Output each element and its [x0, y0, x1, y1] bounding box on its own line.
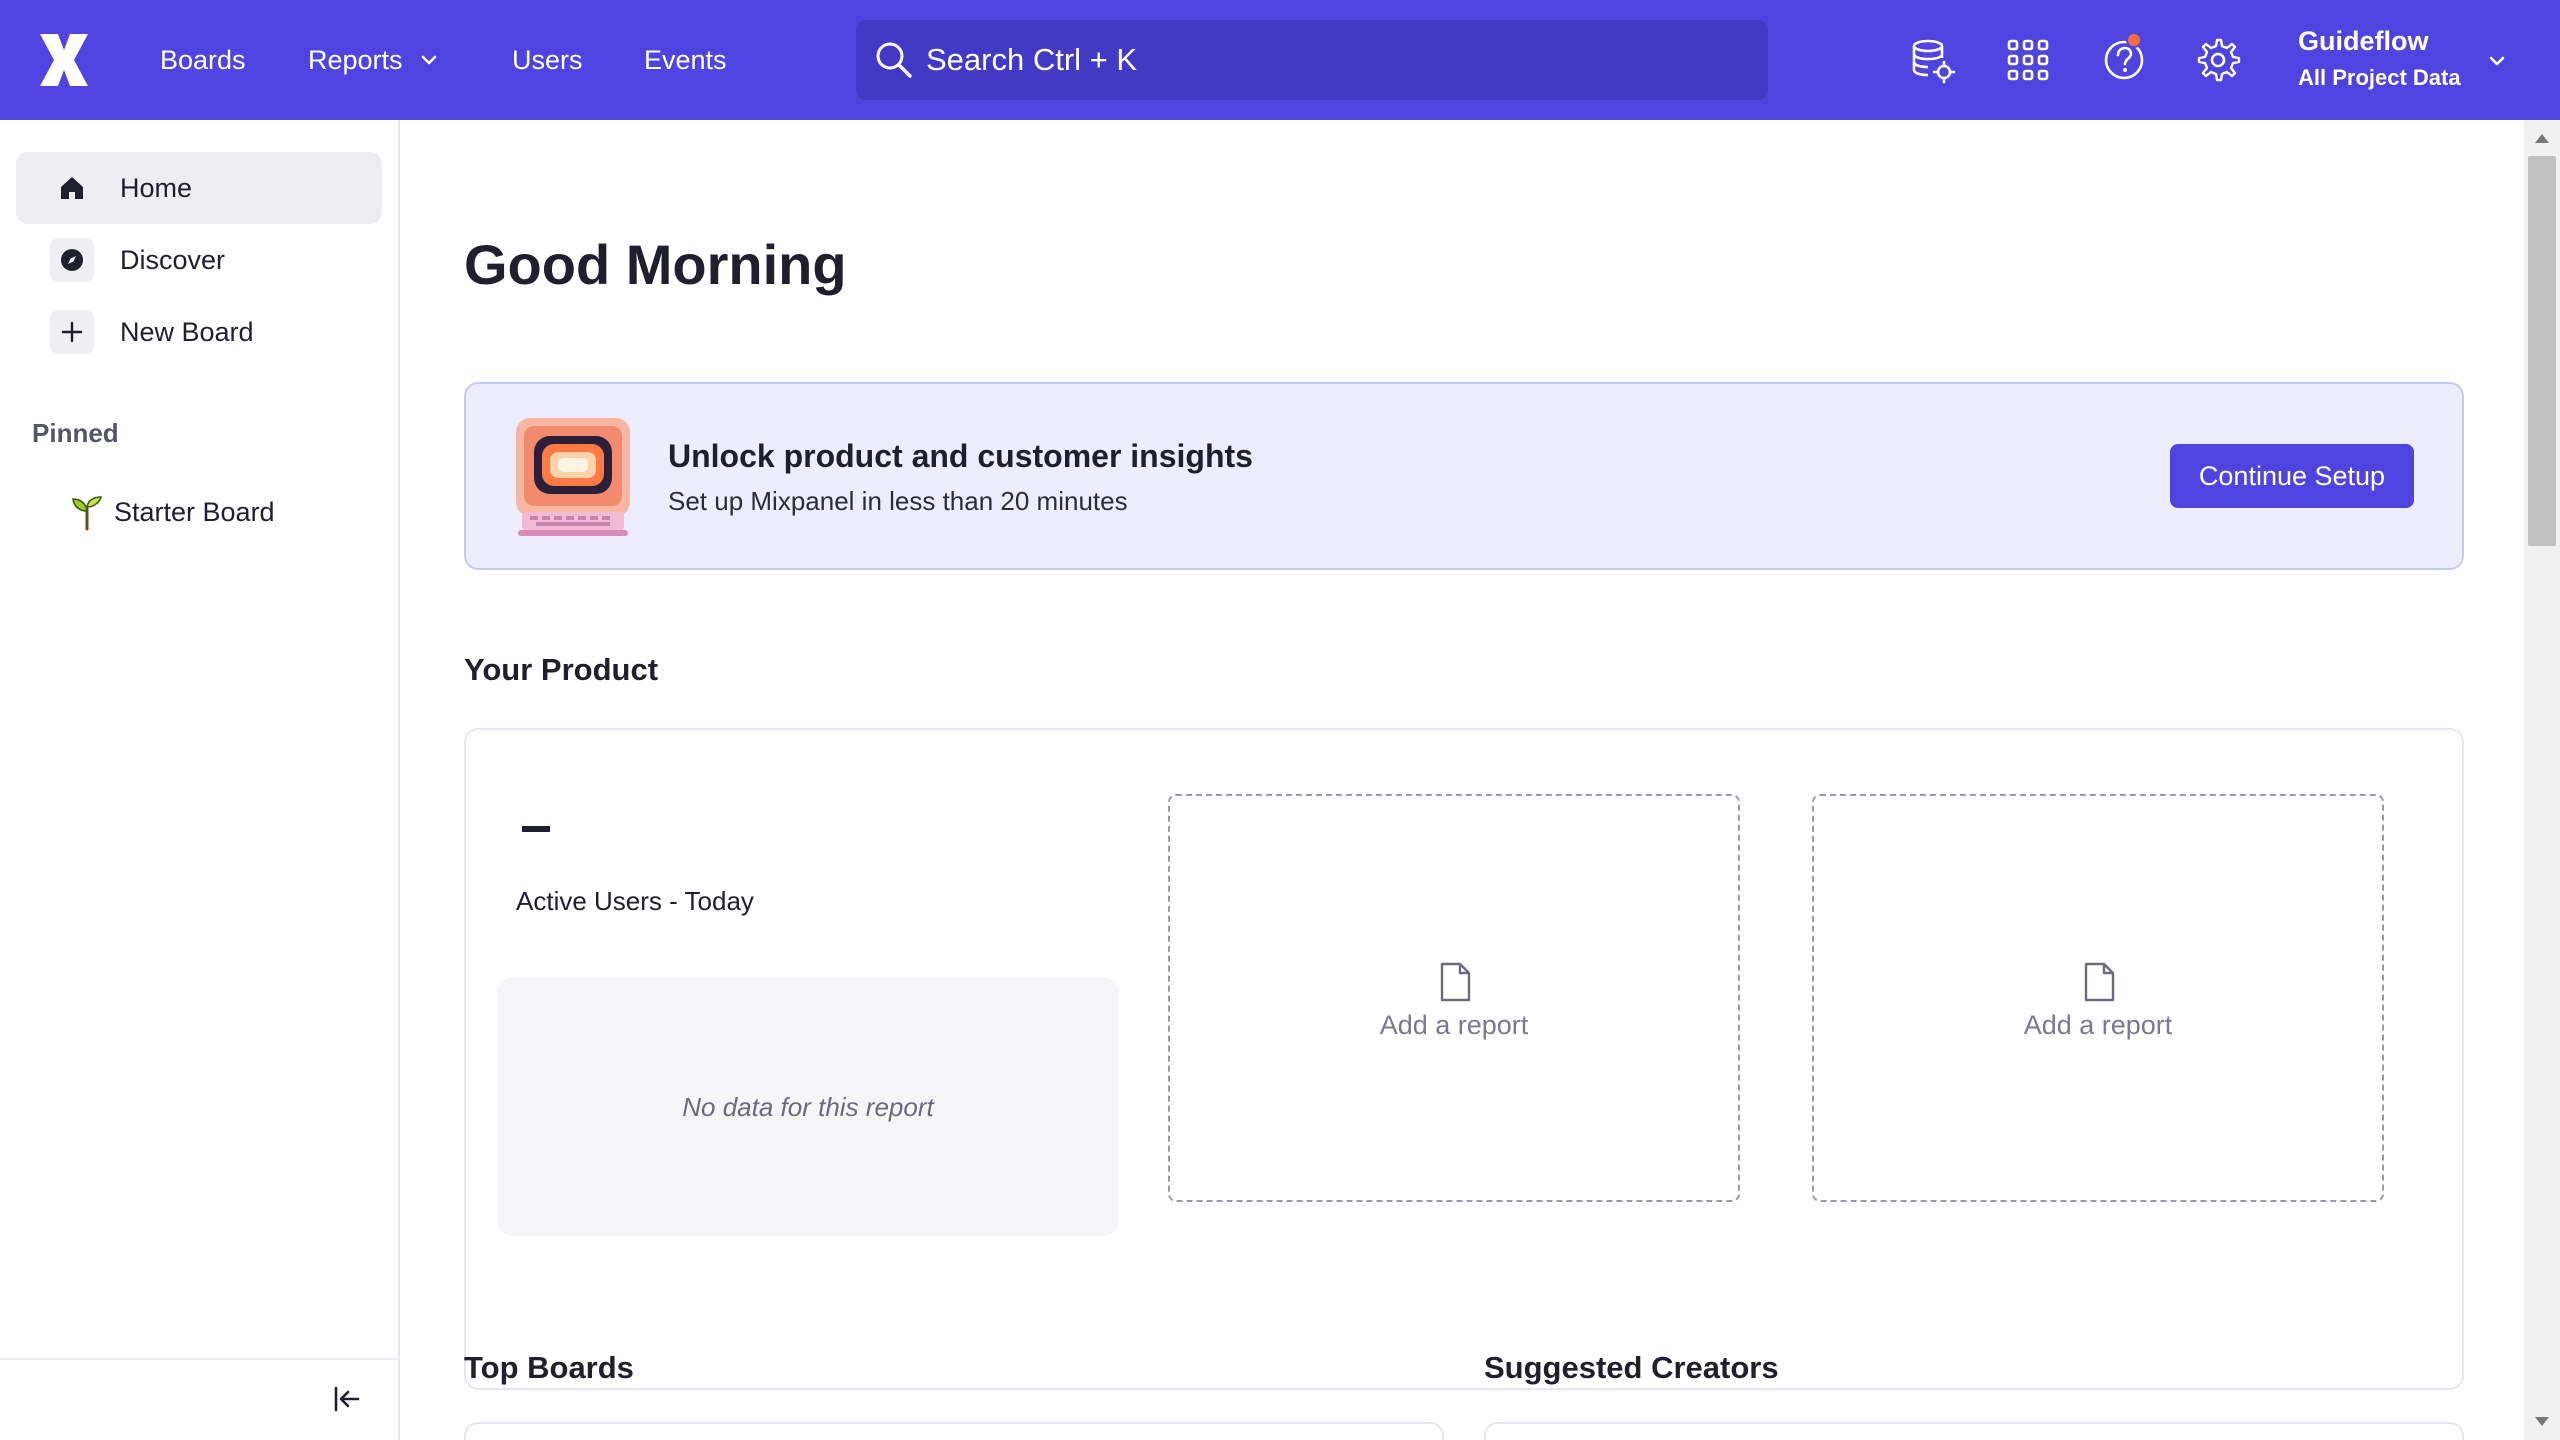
- sidebar-item-new-board[interactable]: New Board: [16, 296, 382, 368]
- scroll-up-arrow-icon[interactable]: [2535, 134, 2549, 143]
- apps-grid-icon[interactable]: [2004, 36, 2052, 84]
- chevron-down-icon: [421, 55, 436, 65]
- vertical-scrollbar[interactable]: [2524, 120, 2560, 1440]
- organization-switcher[interactable]: Guideflow All Project Data: [2298, 26, 2461, 91]
- sidebar-footer: [0, 1358, 398, 1440]
- chevron-down-icon[interactable]: [2486, 50, 2508, 72]
- org-name: Guideflow: [2298, 26, 2429, 56]
- nav-reports-label: Reports: [308, 44, 403, 75]
- setup-banner: Unlock product and customer insights Set…: [464, 382, 2464, 570]
- sidebar-item-home[interactable]: Home: [16, 152, 382, 224]
- data-settings-icon[interactable]: [1908, 36, 1956, 84]
- top-boards-title: Top Boards: [464, 1350, 634, 1385]
- nav-boards-label: Boards: [160, 44, 246, 75]
- sidebar-item-label: Home: [120, 172, 193, 203]
- no-data-placeholder: No data for this report: [498, 978, 1118, 1236]
- main-content: Good Morning Unlock product and customer…: [402, 120, 2524, 1440]
- nav-boards[interactable]: Boards: [160, 38, 246, 82]
- scrollbar-thumb[interactable]: [2528, 156, 2556, 546]
- nav-events[interactable]: Events: [644, 38, 727, 82]
- document-icon: [1440, 962, 1471, 1002]
- collapse-sidebar-icon[interactable]: [330, 1382, 364, 1416]
- suggested-creators-title: Suggested Creators: [1484, 1350, 1779, 1385]
- banner-subtitle: Set up Mixpanel in less than 20 minutes: [668, 486, 1128, 516]
- your-product-title: Your Product: [464, 652, 659, 687]
- nav-users-label: Users: [512, 44, 583, 75]
- page-title: Good Morning: [464, 233, 847, 296]
- sidebar-item-label: Discover: [120, 244, 226, 275]
- continue-setup-button[interactable]: Continue Setup: [2170, 444, 2414, 508]
- sidebar-item-label: New Board: [120, 316, 254, 347]
- search-input[interactable]: Search Ctrl + K: [856, 20, 1768, 100]
- metric-value-placeholder: [522, 826, 550, 832]
- document-icon: [2084, 962, 2115, 1002]
- nav-users[interactable]: Users: [512, 38, 583, 82]
- sidebar: Home Discover New Board Pinned Starter B…: [0, 120, 400, 1440]
- add-report-label: Add a report: [2023, 1010, 2173, 1040]
- home-icon: [50, 166, 94, 210]
- top-boards-card: [464, 1422, 1444, 1440]
- top-navigation-bar: Boards Reports Users Events Search Ctrl …: [0, 0, 2560, 120]
- add-report-label: Add a report: [1379, 1010, 1529, 1040]
- notification-dot: [2126, 32, 2142, 48]
- pinned-item-starter-board[interactable]: Starter Board: [70, 490, 275, 534]
- pinned-item-label: Starter Board: [114, 496, 275, 527]
- banner-title: Unlock product and customer insights: [668, 438, 1253, 474]
- compass-icon: [50, 238, 94, 282]
- metric-label[interactable]: Active Users - Today: [516, 886, 754, 917]
- project-name: All Project Data: [2298, 65, 2461, 90]
- nav-events-label: Events: [644, 44, 727, 75]
- plus-icon: [50, 310, 94, 354]
- mixpanel-logo-icon[interactable]: [36, 30, 92, 90]
- nav-reports[interactable]: Reports: [308, 38, 439, 82]
- add-report-slot[interactable]: Add a report: [1812, 794, 2384, 1202]
- scroll-down-arrow-icon[interactable]: [2535, 1417, 2549, 1426]
- search-placeholder: Search Ctrl + K: [926, 42, 1138, 77]
- pinned-section-label: Pinned: [32, 418, 119, 448]
- add-report-slot[interactable]: Add a report: [1168, 794, 1740, 1202]
- computer-illustration-icon: [516, 418, 630, 536]
- your-product-card: Active Users - Today No data for this re…: [464, 728, 2464, 1390]
- search-icon: [876, 42, 912, 78]
- sidebar-item-discover[interactable]: Discover: [16, 224, 382, 296]
- gear-icon[interactable]: [2194, 36, 2242, 84]
- sprout-icon: [72, 496, 103, 531]
- suggested-creators-card: [1484, 1422, 2464, 1440]
